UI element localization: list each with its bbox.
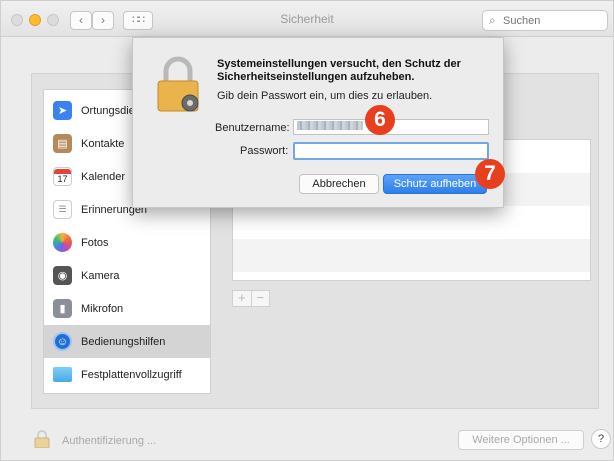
calendar-icon: 17 (53, 167, 72, 186)
title-bar: ‹ › ∷∷ Sicherheit ⌕ (1, 1, 613, 37)
photos-flower-icon (53, 233, 72, 252)
sidebar-item-label: Kamera (81, 269, 120, 282)
remove-button[interactable]: − (252, 291, 270, 306)
calendar-day: 17 (57, 173, 68, 184)
sidebar-item-label: Kontakte (81, 137, 125, 150)
dialog-subtitle: Gib dein Passwort ein, um dies zu erlaub… (217, 90, 433, 102)
sidebar-item-label: Festplattenvollzugriff (81, 368, 182, 381)
add-button[interactable]: + (233, 291, 252, 306)
contacts-book-icon: ▤ (53, 134, 72, 153)
sidebar-item-label: Fotos (81, 236, 109, 249)
cancel-button[interactable]: Abbrechen (299, 174, 379, 194)
search-field[interactable]: ⌕ (482, 10, 608, 31)
search-icon: ⌕ (489, 13, 496, 27)
more-options-button[interactable]: Weitere Optionen ... (458, 430, 584, 450)
username-label: Benutzername: (215, 122, 290, 134)
sidebar-item-microphone[interactable]: ▮ Mikrofon (44, 292, 210, 325)
reminders-list-icon: ☰ (53, 200, 72, 219)
sidebar-item-accessibility[interactable]: ☺ Bedienungshilfen (44, 325, 210, 358)
dialog-title: Systemeinstellungen versucht, den Schutz… (217, 58, 461, 83)
sidebar-item-label: Kalender (81, 170, 126, 183)
location-arrow-icon: ➤ (53, 101, 72, 120)
sidebar-item-label: Bedienungshilfen (81, 335, 166, 348)
password-label: Passwort: (240, 145, 289, 157)
accessibility-icon: ☺ (53, 332, 72, 351)
folder-icon (53, 367, 72, 382)
password-field[interactable] (293, 142, 489, 160)
unlock-button[interactable]: Schutz aufheben (383, 174, 487, 194)
lock-icon[interactable] (34, 430, 50, 448)
step-marker-6: 6 (365, 105, 395, 135)
sidebar-item-full-disk-access[interactable]: Festplattenvollzugriff (44, 358, 210, 391)
sidebar-item-camera[interactable]: ◉ Kamera (44, 259, 210, 292)
search-input[interactable] (503, 13, 603, 28)
list-add-remove-control: + − (232, 290, 270, 307)
sidebar-item-label: Mikrofon (81, 302, 124, 315)
padlock-icon (157, 56, 199, 112)
list-row (233, 239, 590, 272)
redacted-username (297, 121, 363, 130)
help-button[interactable]: ? (591, 429, 611, 449)
step-marker-7: 7 (475, 159, 505, 189)
camera-icon: ◉ (53, 266, 72, 285)
microphone-icon: ▮ (53, 299, 72, 318)
authentication-label: Authentifizierung ... (62, 435, 157, 447)
system-preferences-window: ‹ › ∷∷ Sicherheit ⌕ ➤ Ortungsdienste ▤ K… (0, 0, 614, 461)
sidebar-item-photos[interactable]: Fotos (44, 226, 210, 259)
